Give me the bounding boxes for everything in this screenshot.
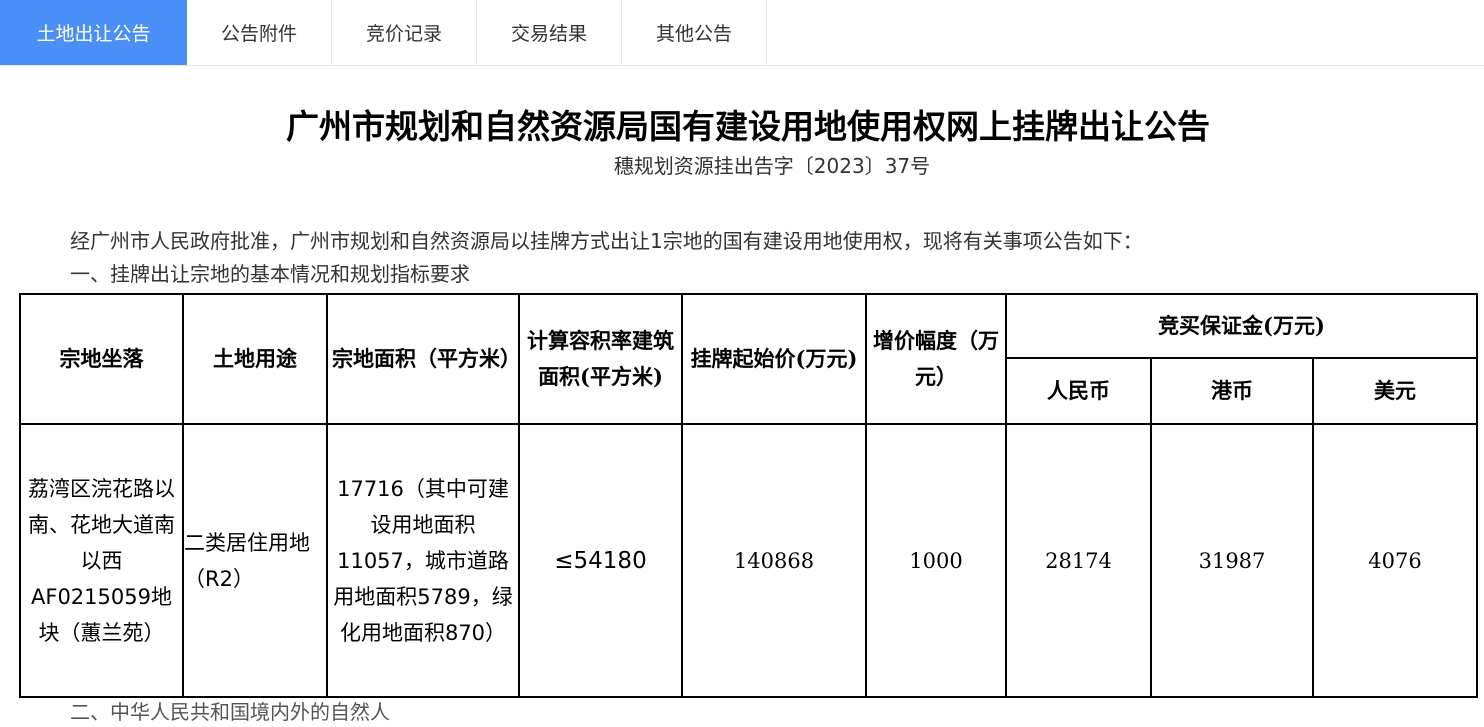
cell-land-use: 二类居住用地（R2） (182, 423, 328, 698)
table-row: 荔湾区浣花路以南、花地大道南以西AF0215059地块（蕙兰苑） 二类居住用地（… (19, 423, 1479, 698)
tab-transaction-results[interactable]: 交易结果 (477, 0, 622, 65)
cell-usd: 4076 (1311, 423, 1479, 698)
section-heading-2-partial: 二、中华人民共和国境内外的自然人 (70, 700, 390, 724)
tab-land-transfer-announcement[interactable]: 土地出让公告 (0, 0, 187, 65)
land-parcel-table: 宗地坐落 土地用途 宗地面积（平方米） 计算容积率建筑面积(平方米) 挂牌起始价… (19, 293, 1479, 698)
header-hkd: 港币 (1150, 357, 1314, 425)
header-usd: 美元 (1311, 357, 1479, 425)
tab-bar: 土地出让公告 公告附件 竞价记录 交易结果 其他公告 (0, 0, 1484, 66)
header-deposit: 竞买保证金(万元) (1004, 293, 1479, 359)
document-number: 穗规划资源挂出告字〔2023〕37号 (613, 154, 931, 178)
header-floor-area: 计算容积率建筑面积(平方米) (518, 293, 683, 425)
header-land-use: 土地用途 (182, 293, 328, 425)
tab-bidding-records[interactable]: 竞价记录 (332, 0, 477, 65)
cell-area: 17716（其中可建设用地面积11057，城市道路用地面积5789，绿化用地面积… (326, 423, 520, 698)
header-increment: 增价幅度（万元） (865, 293, 1007, 425)
cell-floor-area: ≤54180 (518, 423, 683, 698)
tab-other-announcements[interactable]: 其他公告 (622, 0, 767, 65)
cell-start-price: 140868 (681, 423, 867, 698)
header-rmb: 人民币 (1005, 357, 1152, 425)
intro-paragraph: 经广州市人民政府批准，广州市规划和自然资源局以挂牌方式出让1宗地的国有建设用地使… (70, 229, 1143, 253)
document-title: 广州市规划和自然资源局国有建设用地使用权网上挂牌出让公告 (286, 107, 1210, 146)
cell-increment: 1000 (865, 423, 1007, 698)
cell-location: 荔湾区浣花路以南、花地大道南以西AF0215059地块（蕙兰苑） (19, 423, 184, 698)
cell-rmb: 28174 (1005, 423, 1152, 698)
section-heading-1: 一、挂牌出让宗地的基本情况和规划指标要求 (70, 262, 470, 286)
header-location: 宗地坐落 (19, 293, 184, 425)
cell-hkd: 31987 (1150, 423, 1314, 698)
header-start-price: 挂牌起始价(万元) (681, 293, 867, 425)
header-area: 宗地面积（平方米） (326, 293, 521, 425)
tab-announcement-attachments[interactable]: 公告附件 (187, 0, 332, 65)
